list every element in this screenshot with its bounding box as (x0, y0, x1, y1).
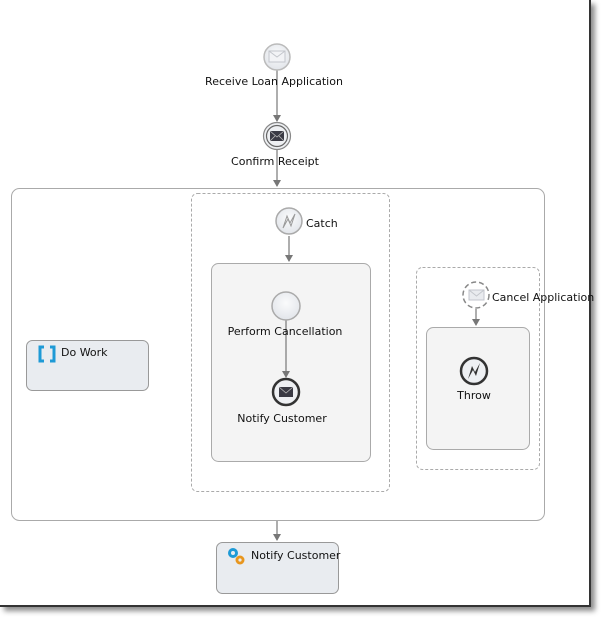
envelope-filled-icon (269, 130, 285, 142)
throw-label: Throw (456, 389, 491, 402)
intermediate-event-confirm-receipt[interactable] (262, 121, 292, 151)
bpmn-diagram: Receive Loan Application Confirm Receipt… (11, 43, 594, 594)
envelope-icon (468, 289, 485, 301)
envelope-filled-icon (278, 386, 294, 397)
start-event-cancel-application[interactable] (462, 281, 490, 309)
envelope-icon (268, 50, 286, 63)
cancel-application-label: Cancel Application (492, 291, 594, 304)
notify-customer-end-label: Notify Customer (237, 412, 327, 425)
perform-cancellation-label: Perform Cancellation (228, 325, 343, 338)
notify-customer-task-label: Notify Customer (251, 549, 341, 562)
end-event-notify-customer[interactable] (271, 377, 301, 407)
start-event-perform-cancellation[interactable] (271, 291, 301, 321)
do-work-label: Do Work (61, 346, 108, 359)
confirm-receipt-label: Confirm Receipt (231, 155, 320, 168)
start-event-catch[interactable] (275, 207, 303, 235)
end-event-throw[interactable] (459, 356, 489, 386)
start-event-receive-loan[interactable] (263, 43, 291, 71)
receive-loan-label: Receive Loan Application (205, 75, 343, 88)
catch-label: Catch (306, 217, 338, 230)
